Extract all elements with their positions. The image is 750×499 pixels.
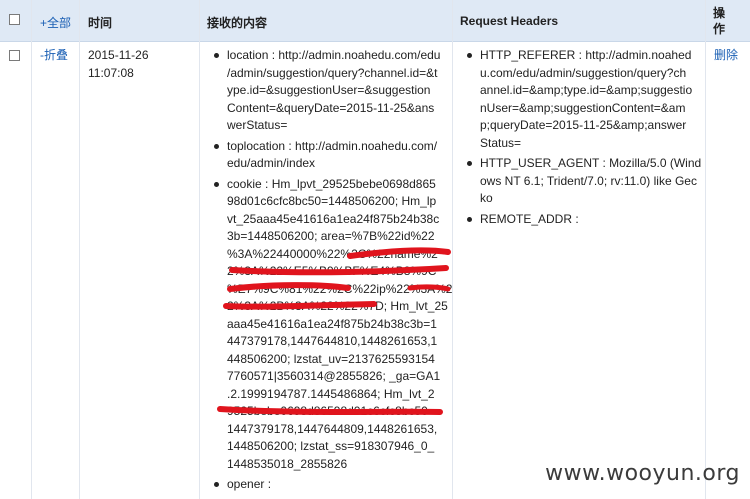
list-item-text-line: HTTP_REFERER : http://admin.noahed	[480, 48, 692, 62]
list-item-text-line: %3A%22440000%22%2C%22name%2	[227, 246, 438, 261]
list-item-text-line: 447379178,1447644810,1448261653,1	[227, 334, 438, 348]
row-timestamp: 2015-11-26 11:07:08	[88, 47, 149, 82]
list-item-text-line: cookie : Hm_lpvt_29525bebe0698d865	[227, 176, 436, 191]
list-item-text-line: 2%3A%2B%3A%22%22%7D; Hm_lvt_25	[227, 299, 448, 313]
list-item: REMOTE_ADDR :	[464, 211, 701, 229]
column-header-time: 时间	[88, 16, 113, 30]
collapse-toggle[interactable]: -折叠	[40, 47, 68, 64]
list-item: location : http://admin.noahedu.com/edu /…	[211, 47, 452, 135]
list-item-text-line: location : http://admin.noahedu.com/edu	[227, 48, 441, 62]
request-headers-list: HTTP_REFERER : http://admin.noahed u.com/…	[464, 47, 701, 231]
list-item-text-line: annel.id=&amp;type.id=&amp;suggestio	[480, 83, 693, 97]
column-divider	[31, 0, 32, 499]
list-item-text-line: %E7%9C%81%22%2C%22ip%22%3A%2	[227, 281, 453, 296]
column-divider	[79, 0, 80, 499]
column-header-content: 接收的内容	[207, 16, 268, 30]
watermark: www.wooyun.org	[545, 461, 740, 486]
list-item-text-line: .2.1999194787.1445486864; Hm_lvt_2	[227, 386, 435, 401]
list-item-text-line: Content=&queryDate=2015-11-25&ans	[227, 100, 435, 115]
select-all-link[interactable]: +全部	[40, 14, 71, 31]
received-content-list: location : http://admin.noahedu.com/edu /…	[211, 47, 452, 497]
list-item-text-line: REMOTE_ADDR :	[480, 211, 579, 226]
list-item-text-line: 3b=1448506200; area=%7B%22id%22	[227, 229, 435, 243]
row-time: 11:07:08	[88, 65, 134, 80]
list-item-text-line: 1448535018_2855826	[227, 456, 348, 471]
column-header-action: 操作	[713, 6, 726, 36]
list-item: cookie : Hm_lpvt_29525bebe0698d865 98d01c…	[211, 176, 452, 474]
select-all-checkbox[interactable]	[9, 14, 20, 25]
column-divider	[705, 0, 706, 499]
row-checkbox[interactable]	[9, 50, 20, 61]
list-item-text-line: 1447379178,1447644809,1448261653,	[227, 421, 438, 436]
list-item-text-line: 448506200; lzstat_uv=2137625593154	[227, 351, 435, 366]
list-item-text-line: HTTP_USER_AGENT : Mozilla/5.0 (Wind	[480, 156, 702, 170]
list-item-text-line: 98d01c6cfc8bc50=1448506200; Hm_lp	[227, 194, 437, 208]
list-item-text-line: p;queryDate=2015-11-25&amp;answer	[480, 118, 687, 132]
list-item-text-line: ko	[480, 191, 493, 205]
column-divider	[199, 0, 200, 499]
list-item-text-line: ype.id=&suggestionUser=&suggestion	[227, 83, 431, 97]
list-item-text-line: /admin/suggestion/query?channel.id=&t	[227, 65, 438, 80]
list-item-text-line: 2%3A%22%E5%B9%BF%E4%B8%9C	[227, 264, 437, 278]
list-item-text-line: werStatus=	[227, 118, 288, 132]
list-item-text-line: 7760571|3560314@2855826; _ga=GA1	[227, 369, 441, 383]
column-header-request-headers: Request Headers	[460, 14, 559, 28]
list-item-text-line: u.com/edu/admin/suggestion/query?ch	[480, 65, 687, 80]
list-item-text-line: 1448506200; lzstat_ss=918307946_0_	[227, 439, 435, 453]
list-item-text-line: edu/admin/index	[227, 156, 316, 170]
list-item: opener :	[211, 476, 452, 494]
list-item-text-line: vt_25aaa45e41616a1ea24f875b24b38c	[227, 211, 440, 226]
list-item: HTTP_USER_AGENT : Mozilla/5.0 (Wind ows N…	[464, 155, 701, 208]
list-item: HTTP_REFERER : http://admin.noahed u.com/…	[464, 47, 701, 152]
list-item-text-line: 9525bebe0698d86598d01c6cfc8bc50=	[227, 404, 435, 418]
row-date: 2015-11-26	[88, 48, 149, 62]
table-header: +全部 时间 接收的内容 Request Headers 操作	[0, 0, 750, 42]
list-item-text-line: ows NT 6.1; Trident/7.0; rv:11.0) like G…	[480, 173, 697, 188]
list-item-text-line: Status=	[480, 135, 522, 150]
list-item-text-line: opener :	[227, 477, 272, 491]
list-item: toplocation : http://admin.noahedu.com/e…	[211, 138, 452, 173]
list-item-text-line: aaa45e41616a1ea24f875b24b38c3b=1	[227, 316, 437, 331]
list-item-text-line: nUser=&amp;suggestionContent=&am	[480, 100, 686, 115]
list-item-text-line: toplocation : http://admin.noahedu.com/	[227, 138, 438, 153]
delete-link[interactable]: 删除	[714, 47, 738, 64]
